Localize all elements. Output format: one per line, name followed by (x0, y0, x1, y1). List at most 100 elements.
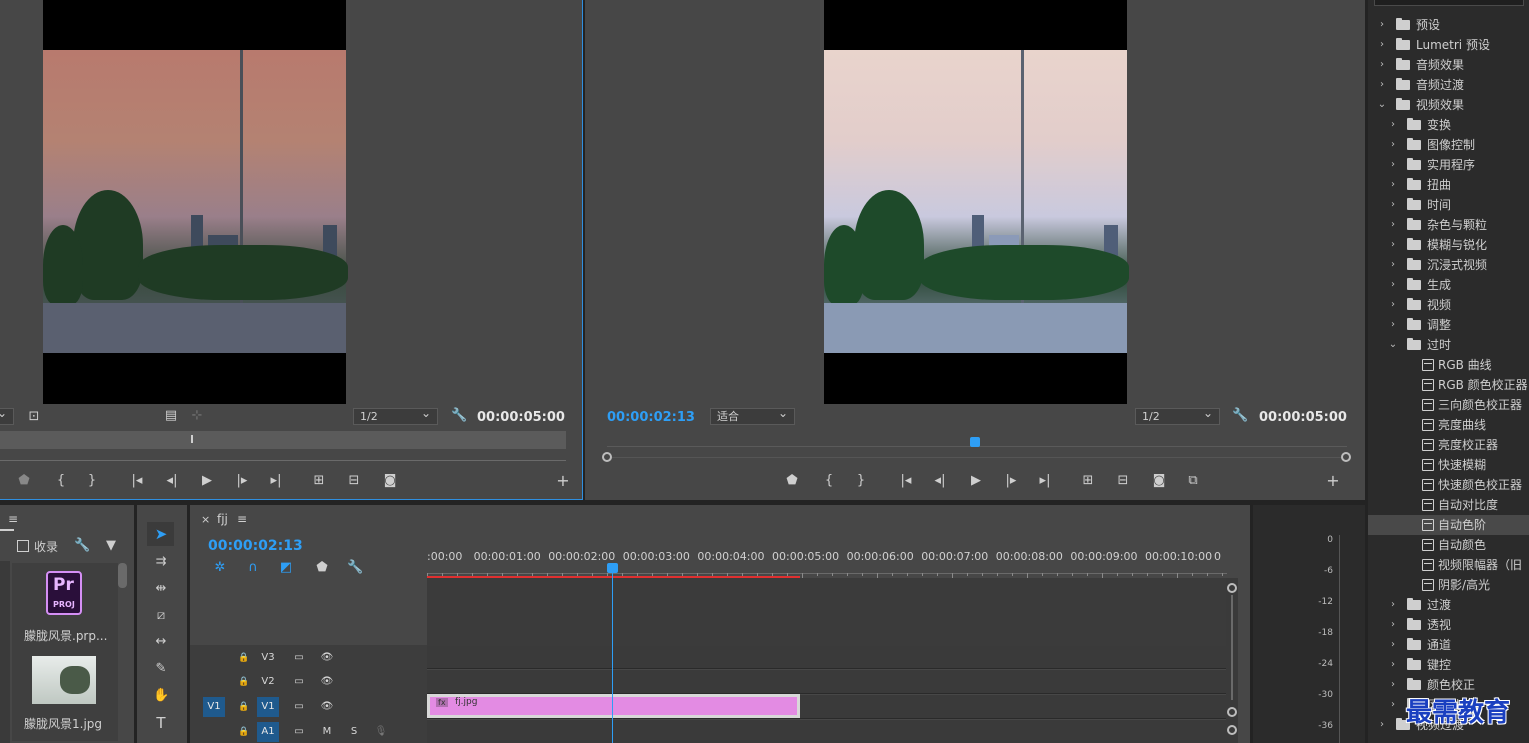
wrench-icon[interactable]: 🔧 (451, 409, 467, 423)
chevron-right-icon[interactable]: › (1388, 135, 1398, 155)
lock-icon[interactable]: 🔒 (233, 697, 255, 717)
hand-tool-icon[interactable]: ✋ (153, 689, 169, 703)
chevron-right-icon[interactable]: › (1388, 295, 1398, 315)
effect-item[interactable]: 阴影/高光 (1368, 575, 1529, 595)
effects-folder[interactable]: › 杂色与颗粒 (1368, 215, 1529, 235)
camera-icon[interactable]: ◙ (382, 474, 398, 488)
track-target-button[interactable]: V3 (257, 648, 279, 668)
program-marker-icon[interactable]: ⬟ (784, 474, 800, 488)
lock-icon[interactable]: 🔒 (233, 648, 255, 668)
effects-folder[interactable]: › 扭曲 (1368, 175, 1529, 195)
effects-folder[interactable]: › 实用程序 (1368, 155, 1529, 175)
effect-item[interactable]: RGB 曲线 (1368, 355, 1529, 375)
timeline-timecode[interactable]: 00:00:02:13 (208, 538, 303, 554)
razor-tool-icon[interactable]: ⧄ (153, 609, 169, 623)
step-forward-icon[interactable]: |▸ (234, 474, 250, 488)
effects-folder[interactable]: › 生成 (1368, 275, 1529, 295)
clip-body[interactable]: fx fj.jpg (430, 697, 797, 715)
effect-item[interactable]: 自动对比度 (1368, 495, 1529, 515)
track-target-button[interactable]: A1 (257, 722, 279, 742)
solo-button[interactable]: S (343, 722, 365, 742)
insert-icon[interactable]: ⊞ (311, 474, 327, 488)
effect-item[interactable]: 自动色阶 (1368, 515, 1529, 535)
effects-folder[interactable]: › 视频 (1368, 295, 1529, 315)
chevron-right-icon[interactable]: › (1388, 255, 1398, 275)
chevron-right-icon[interactable]: › (1377, 35, 1387, 55)
project-scrollbar[interactable] (118, 563, 127, 588)
effects-folder[interactable]: › 预设 (1368, 15, 1529, 35)
snap-icon[interactable]: ∩ (245, 561, 261, 575)
source-zoom-select[interactable]: 1/2 (353, 406, 438, 425)
video-clip[interactable]: fx fj.jpg (427, 694, 800, 718)
sync-lock-icon[interactable]: ▭ (288, 722, 310, 742)
type-tool-icon[interactable]: T (153, 716, 169, 731)
chevron-right-icon[interactable]: › (1377, 75, 1387, 95)
effects-folder[interactable]: › 图像控制 (1368, 135, 1529, 155)
effects-folder[interactable]: › 透视 (1368, 615, 1529, 635)
effects-folder[interactable]: › 调整 (1368, 315, 1529, 335)
drag-audio-icon[interactable]: ⊹ (189, 409, 205, 423)
project-item[interactable]: 朦胧风景1.jpg (12, 651, 118, 741)
effect-item[interactable]: 快速模糊 (1368, 455, 1529, 475)
timeline-settings-icon[interactable]: 🔧 (347, 561, 363, 575)
time-ruler[interactable]: :00:00 00:00:01:00 00:00:02:00 00:00:03:00 0… (427, 543, 1227, 578)
go-to-out-icon[interactable]: ▸| (268, 474, 284, 488)
program-mark-out-icon[interactable]: } (853, 474, 869, 488)
sync-lock-icon[interactable]: ▭ (288, 697, 310, 717)
lock-icon[interactable]: 🔒 (233, 672, 255, 692)
chevron-right-icon[interactable]: › (1388, 675, 1398, 695)
program-playhead[interactable] (970, 437, 980, 447)
effects-folder[interactable]: › 音频效果 (1368, 55, 1529, 75)
effects-folder[interactable]: › 模糊与锐化 (1368, 235, 1529, 255)
effect-item[interactable]: RGB 颜色校正器 (1368, 375, 1529, 395)
effect-item[interactable]: 视频限幅器（旧 (1368, 555, 1529, 575)
close-tab-icon[interactable]: × (201, 513, 210, 526)
chevron-right-icon[interactable]: › (1388, 115, 1398, 135)
selection-tool-icon[interactable]: ➤ (153, 527, 169, 542)
overwrite-icon[interactable]: ⊟ (346, 474, 362, 488)
effects-folder[interactable]: › 变换 (1368, 115, 1529, 135)
chevron-right-icon[interactable]: › (1388, 215, 1398, 235)
track-target-button[interactable]: V1 (257, 697, 279, 717)
play-icon[interactable]: ▶ (199, 474, 215, 488)
program-wrench-icon[interactable]: 🔧 (1232, 409, 1248, 423)
lift-icon[interactable]: ⊞ (1080, 474, 1096, 488)
source-settings-icon[interactable]: ⊡ (26, 410, 42, 424)
chevron-right-icon[interactable]: › (1388, 615, 1398, 635)
program-step-forward-icon[interactable]: |▸ (1003, 474, 1019, 488)
chevron-right-icon[interactable]: › (1388, 595, 1398, 615)
effects-folder[interactable]: › 过渡 (1368, 595, 1529, 615)
track-target-button[interactable]: V2 (257, 672, 279, 692)
program-go-to-out-icon[interactable]: ▸| (1037, 474, 1053, 488)
effects-folder[interactable]: › 沉浸式视频 (1368, 255, 1529, 275)
chevron-right-icon[interactable]: › (1388, 315, 1398, 335)
effects-folder[interactable]: › 键控 (1368, 655, 1529, 675)
mark-out-icon[interactable]: } (84, 474, 100, 488)
chevron-right-icon[interactable]: › (1377, 15, 1387, 35)
chevron-down-icon[interactable]: ⌄ (1377, 95, 1387, 115)
ingest-checkbox[interactable] (17, 540, 29, 552)
effects-folder[interactable]: › Lumetri 预设 (1368, 35, 1529, 55)
source-patch-button[interactable]: V1 (203, 697, 225, 717)
program-scroll-start[interactable] (602, 452, 612, 462)
effect-item[interactable]: 三向颜色校正器 (1368, 395, 1529, 415)
program-zoom-select[interactable]: 1/2 (1135, 406, 1220, 425)
sync-lock-icon[interactable]: ▭ (288, 672, 310, 692)
sync-lock-icon[interactable]: ▭ (288, 648, 310, 668)
source-scrub-bar[interactable] (0, 431, 566, 449)
program-add-button-icon[interactable]: + (1325, 473, 1341, 489)
effect-item[interactable]: 亮度校正器 (1368, 435, 1529, 455)
add-button-icon[interactable]: + (555, 473, 571, 489)
program-mark-in-icon[interactable]: { (821, 474, 837, 488)
extract-icon[interactable]: ⊟ (1115, 474, 1131, 488)
chevron-right-icon[interactable]: › (1388, 275, 1398, 295)
timeline-scrollbar[interactable] (1226, 578, 1238, 743)
sequence-tab[interactable]: fjj (217, 512, 228, 526)
program-scroll-end[interactable] (1341, 452, 1351, 462)
effects-folder[interactable]: › 通道 (1368, 635, 1529, 655)
program-go-to-in-icon[interactable]: |◂ (898, 474, 914, 488)
step-back-icon[interactable]: ◂| (164, 474, 180, 488)
effects-folder[interactable]: ⌄ 视频效果 (1368, 95, 1529, 115)
source-left-dropdown[interactable] (0, 406, 14, 425)
project-menu-icon[interactable]: ≡ (8, 512, 18, 526)
